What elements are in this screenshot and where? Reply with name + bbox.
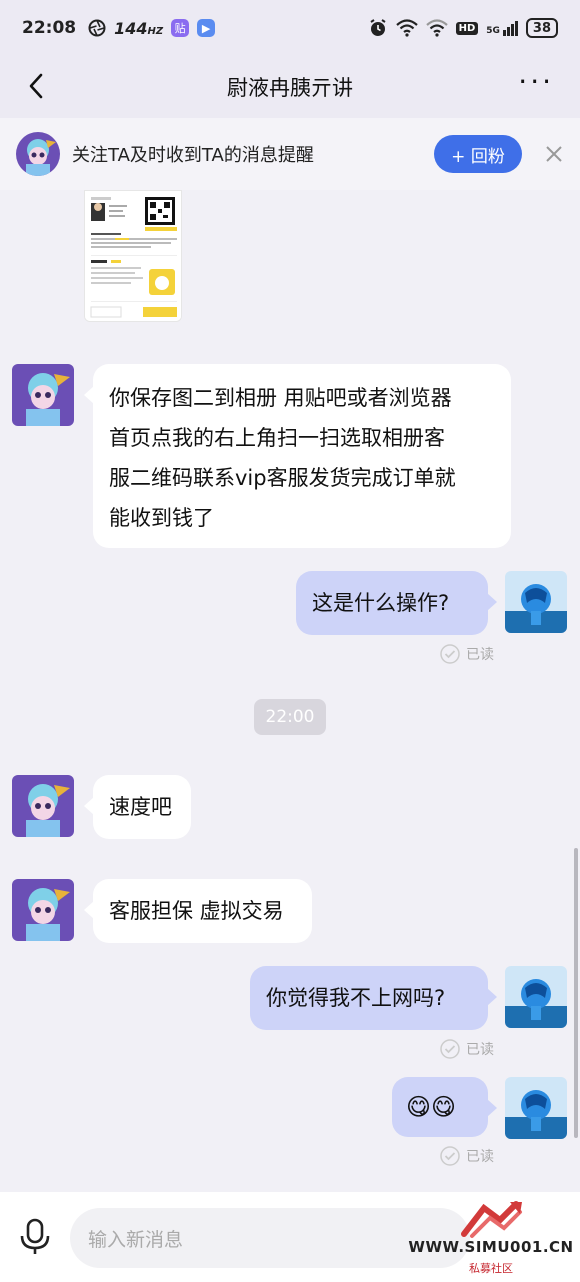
network-type: 5G [486,25,500,36]
screenshot-image [85,191,181,321]
message-bubble-incoming[interactable]: 速度吧 [84,775,191,839]
status-right-icons: HD 5G 38 [368,18,558,38]
signal-icon: 5G [486,20,518,36]
refresh-unit: HZ [147,25,164,37]
read-check-icon [440,644,460,664]
chat-header: 尉液冉胰亓讲 ··· [0,56,580,118]
status-left-icons: 144HZ 贴 ▶ [88,18,216,38]
time-divider: 22:00 [254,699,326,735]
refresh-rate: 144 [114,18,148,38]
my-avatar[interactable] [505,1077,567,1139]
watermark-subtext: 私募社区 [469,1262,513,1275]
message-line: 服二维码联系vip客服发货完成订单就 [109,466,456,490]
wifi-icon [395,19,418,37]
my-avatar[interactable] [505,966,567,1028]
scrollbar[interactable] [574,848,578,1138]
tieba-app-icon: 贴 [171,19,190,37]
follow-banner: 关注TA及时收到TA的消息提醒 + 回粉 [0,118,580,190]
message-bubble-outgoing[interactable]: 这是什么操作? [296,571,497,635]
message-text: 你觉得我不上网吗? [266,986,446,1010]
contact-avatar[interactable] [12,775,74,837]
read-status: 已读 [466,1149,494,1165]
image-message-thumbnail[interactable] [84,190,182,322]
message-text: 这是什么操作? [312,591,450,615]
message-line: 首页点我的右上角扫一扫选取相册客 [109,426,445,450]
contact-avatar[interactable] [12,879,74,941]
watermark-text: WWW.SIMU001.CN [408,1238,574,1256]
message-bubble-outgoing[interactable]: 你觉得我不上网吗? [250,966,497,1030]
message-line: 能收到钱了 [109,506,214,530]
watermark-emblem [461,1201,522,1238]
read-status: 已读 [466,1042,494,1058]
my-avatar[interactable] [505,571,567,633]
read-receipt: 已读 [440,1039,494,1059]
alarm-icon [370,19,386,36]
game-app-icon: ▶ [197,19,216,37]
close-icon[interactable] [544,144,564,164]
watermark-logo: WWW.SIMU001.CN 私募社区 [404,1198,578,1278]
read-receipt: 已读 [440,644,494,664]
read-check-icon [440,1146,460,1166]
battery-indicator: 38 [525,18,558,38]
hd-badge: HD [455,21,479,35]
follow-prompt-text: 关注TA及时收到TA的消息提醒 [72,145,314,166]
status-time: 22:08 [22,18,77,38]
back-arrow-icon[interactable] [22,70,54,102]
read-receipt: 已读 [440,1146,494,1166]
read-check-icon [440,1039,460,1059]
microphone-icon[interactable] [18,1218,52,1256]
message-text: 速度吧 [109,795,172,819]
message-text: 客服担保 虚拟交易 [109,899,284,923]
message-bubble-incoming[interactable]: 客服担保 虚拟交易 [84,879,312,943]
read-status: 已读 [466,647,494,663]
shutter-icon [88,19,106,37]
wifi-icon-2 [425,19,448,37]
more-options-icon[interactable]: ··· [518,68,554,96]
status-bar: 22:08 144HZ 贴 ▶ HD 5G 38 [0,0,580,56]
contact-avatar[interactable] [12,364,74,426]
message-line: 你保存图二到相册 用贴吧或者浏览器 [109,386,452,410]
follow-back-button[interactable]: + 回粉 [434,135,522,173]
contact-avatar-small [16,132,60,176]
message-bubble-outgoing[interactable]: 😋😋 [392,1077,497,1137]
chat-title: 尉液冉胰亓讲 [227,76,353,100]
emoji-message: 😋😋 [406,1093,457,1121]
message-bubble-incoming[interactable]: 你保存图二到相册 用贴吧或者浏览器 首页点我的右上角扫一扫选取相册客 服二维码联… [84,364,511,548]
